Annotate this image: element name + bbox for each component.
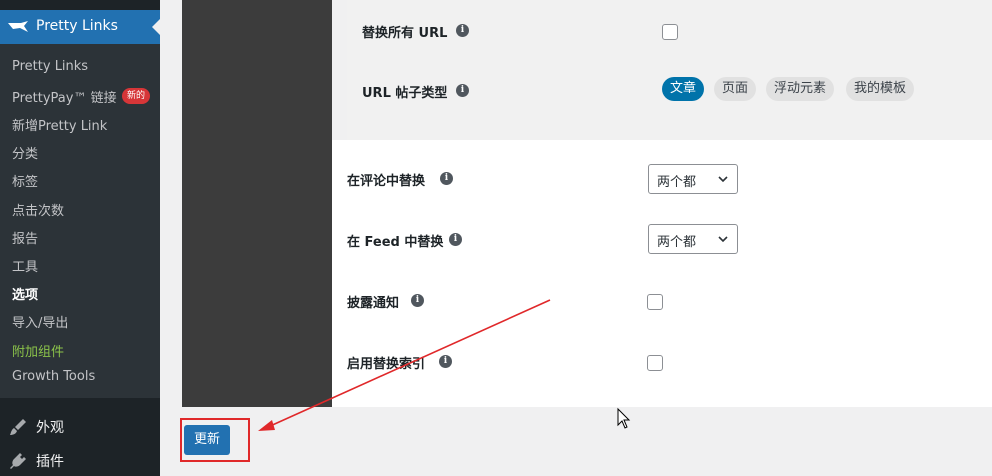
annotation-arrowhead	[258, 420, 275, 431]
sidebar-item-label: 外观	[36, 420, 64, 436]
new-badge: 新的	[122, 88, 151, 104]
info-icon[interactable]: i	[456, 84, 469, 97]
replace-all-url-label: 替换所有 URL	[362, 26, 448, 41]
sidebar-item-plugins[interactable]: 插件	[0, 446, 160, 476]
post-type-option-pages[interactable]: 页面	[714, 77, 757, 101]
replace-in-comments-select[interactable]: 两个都	[648, 164, 738, 194]
info-icon[interactable]: i	[439, 355, 452, 368]
select-value: 两个都	[657, 175, 697, 190]
url-post-types-label: URL 帖子类型	[362, 86, 448, 101]
mouse-cursor-icon	[617, 407, 631, 429]
post-type-option-floating[interactable]: 浮动元素	[766, 77, 835, 101]
sidebar-item-addons[interactable]: 附加组件	[12, 341, 64, 360]
sidebar-item-pretty-links-list[interactable]: Pretty Links	[12, 59, 88, 74]
pretty-links-logo-icon	[8, 21, 28, 32]
sidebar-item-categories[interactable]: 分类	[12, 143, 38, 162]
sidebar-item-growth-tools[interactable]: Growth Tools	[12, 369, 95, 384]
nested-options-panel	[347, 0, 992, 140]
chevron-down-icon	[718, 236, 728, 243]
replace-in-feed-select[interactable]: 两个都	[648, 224, 738, 254]
admin-sidebar: Pretty Links Pretty Links PrettyPay™ 链接 …	[0, 0, 160, 476]
post-type-option-posts[interactable]: 文章	[662, 77, 705, 101]
info-icon[interactable]: i	[440, 172, 453, 185]
sidebar-item-pretty-links[interactable]: Pretty Links	[0, 10, 160, 44]
replace-in-feed-label: 在 Feed 中替换	[347, 235, 444, 250]
sidebar-item-prettypay[interactable]: PrettyPay™ 链接	[12, 87, 117, 106]
sidebar-item-tools[interactable]: 工具	[12, 256, 38, 275]
info-icon[interactable]: i	[449, 233, 462, 246]
sidebar-item-options[interactable]: 选项	[12, 284, 38, 303]
sidebar-plugin-title: Pretty Links	[36, 18, 118, 34]
current-menu-pointer	[152, 19, 160, 35]
select-value: 两个都	[657, 235, 697, 250]
enable-replace-index-checkbox[interactable]	[647, 355, 663, 371]
sidebar-item-appearance[interactable]: 外观	[0, 412, 160, 442]
sidebar-item-tags[interactable]: 标签	[12, 171, 38, 190]
annotation-highlight-box	[180, 418, 250, 462]
plugin-icon	[10, 453, 26, 469]
replace-in-comments-label: 在评论中替换	[347, 174, 426, 189]
info-icon[interactable]: i	[456, 24, 469, 37]
sidebar-item-label: 插件	[36, 454, 64, 470]
chevron-down-icon	[718, 176, 728, 183]
sidebar-item-reports[interactable]: 报告	[12, 228, 38, 247]
options-tab-column	[182, 0, 332, 407]
enable-replace-index-label: 启用替换索引	[347, 357, 426, 372]
sidebar-item-add-new[interactable]: 新增Pretty Link	[12, 115, 107, 134]
sidebar-item-import-export[interactable]: 导入/导出	[12, 312, 68, 331]
info-icon[interactable]: i	[411, 294, 424, 307]
disclosure-notice-label: 披露通知	[347, 296, 400, 311]
post-type-option-templates[interactable]: 我的模板	[846, 77, 915, 101]
replace-all-url-checkbox[interactable]	[662, 24, 678, 40]
sidebar-item-clicks[interactable]: 点击次数	[12, 200, 64, 219]
disclosure-notice-checkbox[interactable]	[647, 294, 663, 310]
paintbrush-icon	[10, 419, 26, 435]
